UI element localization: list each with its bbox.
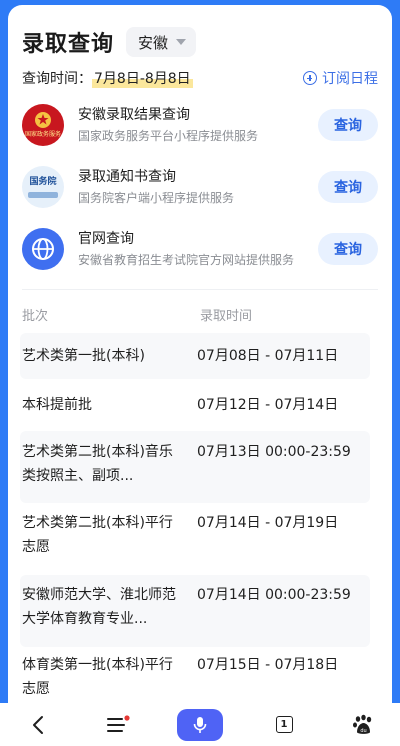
- time-cell: 07月13日 00:00-23:59: [197, 444, 351, 460]
- divider: [22, 289, 378, 290]
- time-cell: 07月14日 - 07月19日: [197, 515, 339, 531]
- column-header-batch: 批次: [22, 309, 49, 324]
- national-emblem-icon: 国家政务服务: [22, 104, 64, 146]
- service-item-notice-query[interactable]: 国务院 录取通知书查询 国务院客户端小程序提供服务 查询: [22, 164, 378, 210]
- header: 录取查询 安徽: [22, 25, 197, 59]
- column-header-time: 录取时间: [200, 309, 253, 324]
- table-row: 艺术类第二批(本科)平行志愿 07月14日 - 07月19日: [20, 507, 370, 571]
- tabs-button[interactable]: 1: [268, 703, 300, 746]
- globe-icon: [22, 228, 64, 270]
- table-row: 艺术类第二批(本科)音乐类按照主、副项... 07月13日 00:00-23:5…: [20, 431, 370, 503]
- service-desc: 国家政务服务平台小程序提供服务: [78, 129, 259, 143]
- region-dropdown[interactable]: 安徽: [126, 27, 197, 57]
- table-row: 艺术类第一批(本科) 07月08日 - 07月11日: [20, 333, 370, 379]
- time-cell: 07月08日 - 07月11日: [197, 348, 339, 364]
- time-cell: 07月12日 - 07月14日: [197, 397, 339, 413]
- batch-cell: 安徽师范大学、淮北师范大学体育教育专业...: [22, 587, 176, 627]
- back-icon: [33, 715, 43, 734]
- batch-cell: 艺术类第一批(本科): [22, 348, 145, 364]
- logo-caption: 国家政务服务: [24, 131, 61, 138]
- back-button[interactable]: [22, 703, 54, 746]
- service-name: 官网查询: [78, 231, 134, 247]
- baidu-home-button[interactable]: du: [346, 703, 380, 746]
- service-name: 安徽录取结果查询: [78, 107, 190, 123]
- region-label: 安徽: [138, 33, 169, 52]
- admission-query-card: 录取查询 安徽 查询时间： 7月8日-8月8日 订阅日程 国家政务服务 安徽录取…: [8, 5, 392, 703]
- table-header: 批次 录取时间: [22, 301, 378, 325]
- voice-search-button[interactable]: [177, 703, 223, 746]
- time-cell: 07月15日 - 07月18日: [197, 657, 339, 673]
- tabs-icon: 1: [275, 716, 293, 733]
- baidu-paw-icon: du: [353, 714, 372, 734]
- service-item-result-query[interactable]: 国家政务服务 安徽录取结果查询 国家政务服务平台小程序提供服务 查询: [22, 102, 378, 148]
- batch-cell: 艺术类第二批(本科)音乐类按照主、副项...: [22, 444, 173, 484]
- chevron-down-icon: [176, 39, 187, 45]
- logo-caption: 国务院: [29, 177, 57, 187]
- state-council-icon: 国务院: [22, 166, 64, 208]
- menu-icon: [107, 714, 130, 732]
- subscribe-label: 订阅日程: [322, 71, 378, 87]
- query-time-range: 7月8日-8月8日: [92, 68, 193, 88]
- time-cell: 07月14日 00:00-23:59: [197, 587, 351, 603]
- query-button[interactable]: 查询: [318, 171, 378, 203]
- query-time-label: 查询时间：: [22, 71, 92, 87]
- table-row: 体育类第一批(本科)平行志愿 07月15日 - 07月18日: [20, 651, 370, 703]
- query-button[interactable]: 查询: [318, 109, 378, 141]
- service-name: 录取通知书查询: [78, 169, 176, 185]
- bottom-navbar: 1 du: [0, 703, 400, 746]
- subscribe-schedule-button[interactable]: 订阅日程: [303, 68, 378, 88]
- page-title: 录取查询: [22, 32, 115, 57]
- service-desc: 安徽省教育招生考试院官方网站提供服务: [78, 253, 295, 267]
- menu-button[interactable]: [100, 703, 136, 746]
- table-row: 安徽师范大学、淮北师范大学体育教育专业... 07月14日 00:00-23:5…: [20, 575, 370, 647]
- add-circle-icon: [303, 71, 317, 85]
- batch-cell: 艺术类第二批(本科)平行志愿: [22, 515, 173, 555]
- query-time-bar: 查询时间： 7月8日-8月8日 订阅日程: [22, 65, 378, 91]
- microphone-icon: [177, 708, 223, 741]
- table-row: 本科提前批 07月12日 - 07月14日: [20, 383, 370, 427]
- query-button[interactable]: 查询: [318, 233, 378, 265]
- batch-cell: 体育类第一批(本科)平行志愿: [22, 657, 173, 697]
- service-desc: 国务院客户端小程序提供服务: [78, 191, 235, 205]
- svg-text:du: du: [360, 728, 366, 734]
- batch-cell: 本科提前批: [22, 397, 92, 413]
- service-item-website-query[interactable]: 官网查询 安徽省教育招生考试院官方网站提供服务 查询: [22, 226, 378, 272]
